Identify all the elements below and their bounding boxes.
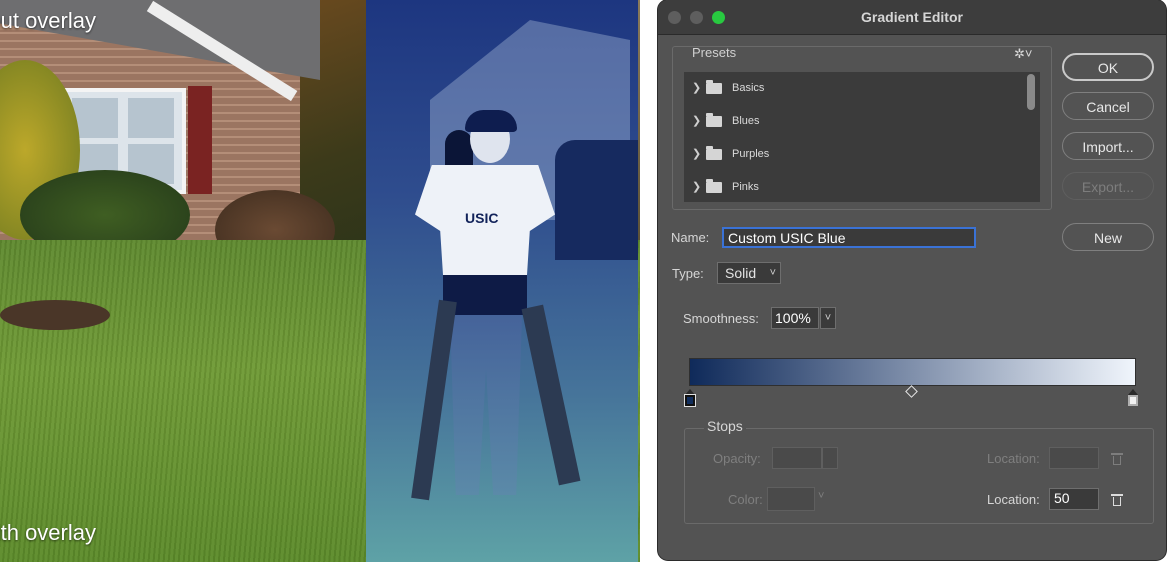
color-stop-start[interactable] xyxy=(685,389,695,406)
stops-label: Stops xyxy=(704,418,746,434)
preset-folder-pinks[interactable]: ❯ Pinks xyxy=(684,171,1020,202)
type-select[interactable]: Solid ˅ xyxy=(717,262,781,284)
delete-color-stop-trash-icon[interactable] xyxy=(1111,494,1123,506)
worker-with-locator: USIC xyxy=(411,110,581,510)
gradient-editor-window: Gradient Editor Presets ✲˅ ❯ Basics ❯ Bl… xyxy=(658,0,1166,560)
caption-without-overlay: Without overlay xyxy=(0,8,96,33)
chevron-right-icon[interactable]: ❯ xyxy=(692,114,701,127)
gear-icon[interactable]: ✲˅ xyxy=(1014,46,1032,62)
color-swatch[interactable] xyxy=(767,487,815,511)
preset-folder-blues[interactable]: ❯ Blues xyxy=(684,105,1020,137)
delete-opacity-stop-trash-icon[interactable] xyxy=(1111,453,1123,465)
gradient-preview-bar[interactable] xyxy=(689,358,1136,386)
ok-button[interactable]: OK xyxy=(1062,53,1154,81)
color-label: Color: xyxy=(728,492,763,507)
chevron-right-icon[interactable]: ❯ xyxy=(692,81,701,94)
comparison-photo: USIC Without overlay With overlay xyxy=(0,0,640,562)
preset-folder-purples[interactable]: ❯ Purples xyxy=(684,138,1020,170)
folder-icon xyxy=(706,113,722,127)
gradient-name-input[interactable]: Custom USIC Blue xyxy=(722,227,976,248)
chevron-down-icon[interactable]: ˅ xyxy=(818,490,824,502)
shirt-logo: USIC xyxy=(465,210,499,226)
name-label: Name: xyxy=(671,230,710,245)
locator-tool xyxy=(411,299,457,501)
chevron-down-icon[interactable]: ˅ xyxy=(820,307,836,329)
folder-icon xyxy=(706,80,722,94)
presets-list[interactable]: ❯ Basics ❯ Blues ❯ Purples ❯ Pinks xyxy=(684,72,1040,202)
chevron-down-icon[interactable] xyxy=(822,447,838,469)
window-shutter xyxy=(188,86,212,194)
opacity-location-label: Location: xyxy=(987,451,1040,466)
title-bar: Gradient Editor xyxy=(658,0,1166,35)
import-button[interactable]: Import... xyxy=(1062,132,1154,160)
chevron-down-icon: ˅ xyxy=(769,267,776,279)
presets-scrollbar[interactable] xyxy=(1024,72,1038,202)
color-stop-end[interactable] xyxy=(1128,389,1138,406)
caption-with-overlay: With overlay xyxy=(0,520,96,545)
cancel-button[interactable]: Cancel xyxy=(1062,92,1154,120)
overlay-hedge xyxy=(555,140,638,260)
export-button[interactable]: Export... xyxy=(1062,172,1154,200)
color-location-label: Location: xyxy=(987,492,1040,507)
folder-icon xyxy=(706,146,722,160)
folder-icon xyxy=(706,179,722,193)
gradient-midpoint-diamond[interactable] xyxy=(905,385,918,398)
type-label: Type: xyxy=(672,266,704,281)
window-title: Gradient Editor xyxy=(861,9,963,25)
opacity-input[interactable] xyxy=(772,447,822,469)
smoothness-label: Smoothness: xyxy=(683,311,759,326)
presets-label: Presets xyxy=(692,45,737,60)
preset-folder-basics[interactable]: ❯ Basics xyxy=(684,72,1020,104)
chevron-right-icon[interactable]: ❯ xyxy=(692,180,701,193)
color-location-input[interactable]: 50 xyxy=(1049,488,1099,510)
mulch-bed xyxy=(0,300,110,330)
chevron-right-icon[interactable]: ❯ xyxy=(692,147,701,160)
scrollbar-thumb[interactable] xyxy=(1027,74,1035,110)
opacity-label: Opacity: xyxy=(713,451,761,466)
smoothness-input[interactable]: 100% xyxy=(771,307,819,329)
new-button[interactable]: New xyxy=(1062,223,1154,251)
opacity-location-input[interactable] xyxy=(1049,447,1099,469)
